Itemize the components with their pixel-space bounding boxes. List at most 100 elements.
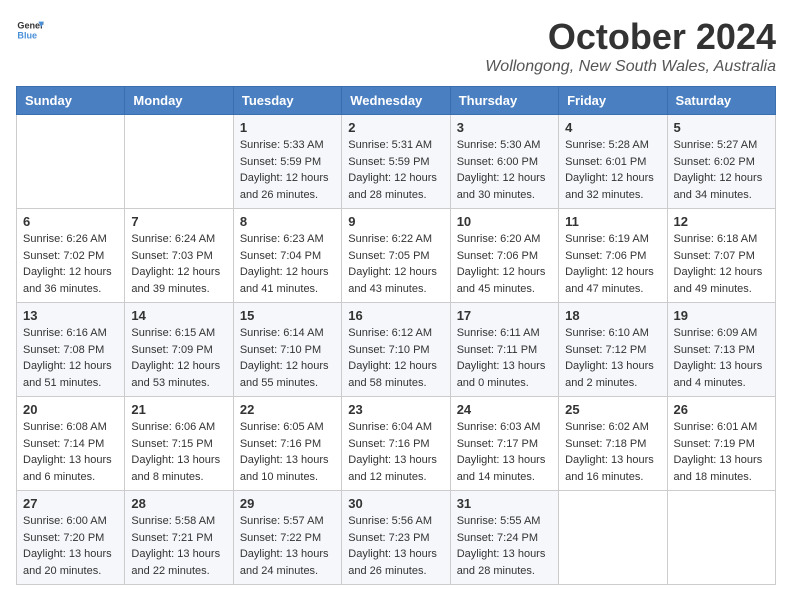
day-info: Sunrise: 6:08 AMSunset: 7:14 PMDaylight:… bbox=[23, 421, 112, 483]
day-info: Sunrise: 5:27 AMSunset: 6:02 PMDaylight:… bbox=[674, 139, 763, 201]
day-number: 16 bbox=[348, 308, 443, 323]
month-title: October 2024 bbox=[485, 16, 776, 58]
day-info: Sunrise: 6:16 AMSunset: 7:08 PMDaylight:… bbox=[23, 327, 112, 389]
day-info: Sunrise: 6:00 AMSunset: 7:20 PMDaylight:… bbox=[23, 515, 112, 577]
title-area: October 2024 Wollongong, New South Wales… bbox=[485, 16, 776, 76]
day-info: Sunrise: 5:57 AMSunset: 7:22 PMDaylight:… bbox=[240, 515, 329, 577]
calendar-cell: 11 Sunrise: 6:19 AMSunset: 7:06 PMDaylig… bbox=[559, 209, 667, 303]
calendar-cell: 9 Sunrise: 6:22 AMSunset: 7:05 PMDayligh… bbox=[342, 209, 450, 303]
day-number: 1 bbox=[240, 120, 335, 135]
day-number: 4 bbox=[565, 120, 660, 135]
location-subtitle: Wollongong, New South Wales, Australia bbox=[485, 58, 776, 76]
header-saturday: Saturday bbox=[667, 87, 775, 115]
day-number: 15 bbox=[240, 308, 335, 323]
calendar-cell: 29 Sunrise: 5:57 AMSunset: 7:22 PMDaylig… bbox=[233, 491, 341, 585]
day-info: Sunrise: 6:22 AMSunset: 7:05 PMDaylight:… bbox=[348, 233, 437, 295]
day-number: 12 bbox=[674, 214, 769, 229]
calendar-cell: 22 Sunrise: 6:05 AMSunset: 7:16 PMDaylig… bbox=[233, 397, 341, 491]
day-number: 11 bbox=[565, 214, 660, 229]
day-number: 10 bbox=[457, 214, 552, 229]
calendar-cell: 18 Sunrise: 6:10 AMSunset: 7:12 PMDaylig… bbox=[559, 303, 667, 397]
calendar-cell: 6 Sunrise: 6:26 AMSunset: 7:02 PMDayligh… bbox=[17, 209, 125, 303]
day-number: 21 bbox=[131, 402, 226, 417]
day-number: 9 bbox=[348, 214, 443, 229]
calendar-cell: 12 Sunrise: 6:18 AMSunset: 7:07 PMDaylig… bbox=[667, 209, 775, 303]
day-info: Sunrise: 6:01 AMSunset: 7:19 PMDaylight:… bbox=[674, 421, 763, 483]
calendar-cell: 8 Sunrise: 6:23 AMSunset: 7:04 PMDayligh… bbox=[233, 209, 341, 303]
calendar-cell: 24 Sunrise: 6:03 AMSunset: 7:17 PMDaylig… bbox=[450, 397, 558, 491]
day-number: 22 bbox=[240, 402, 335, 417]
day-number: 23 bbox=[348, 402, 443, 417]
calendar-cell: 15 Sunrise: 6:14 AMSunset: 7:10 PMDaylig… bbox=[233, 303, 341, 397]
calendar-cell: 1 Sunrise: 5:33 AMSunset: 5:59 PMDayligh… bbox=[233, 115, 341, 209]
day-number: 29 bbox=[240, 496, 335, 511]
svg-text:Blue: Blue bbox=[17, 30, 37, 40]
calendar-cell: 27 Sunrise: 6:00 AMSunset: 7:20 PMDaylig… bbox=[17, 491, 125, 585]
day-info: Sunrise: 5:58 AMSunset: 7:21 PMDaylight:… bbox=[131, 515, 220, 577]
calendar-cell: 17 Sunrise: 6:11 AMSunset: 7:11 PMDaylig… bbox=[450, 303, 558, 397]
calendar-cell: 25 Sunrise: 6:02 AMSunset: 7:18 PMDaylig… bbox=[559, 397, 667, 491]
calendar-header-row: Sunday Monday Tuesday Wednesday Thursday… bbox=[17, 87, 776, 115]
calendar-cell: 10 Sunrise: 6:20 AMSunset: 7:06 PMDaylig… bbox=[450, 209, 558, 303]
calendar-cell: 16 Sunrise: 6:12 AMSunset: 7:10 PMDaylig… bbox=[342, 303, 450, 397]
calendar-cell: 21 Sunrise: 6:06 AMSunset: 7:15 PMDaylig… bbox=[125, 397, 233, 491]
day-info: Sunrise: 6:10 AMSunset: 7:12 PMDaylight:… bbox=[565, 327, 654, 389]
day-number: 30 bbox=[348, 496, 443, 511]
day-info: Sunrise: 5:30 AMSunset: 6:00 PMDaylight:… bbox=[457, 139, 546, 201]
day-number: 17 bbox=[457, 308, 552, 323]
header-monday: Monday bbox=[125, 87, 233, 115]
header-sunday: Sunday bbox=[17, 87, 125, 115]
calendar-cell: 3 Sunrise: 5:30 AMSunset: 6:00 PMDayligh… bbox=[450, 115, 558, 209]
logo: General Blue bbox=[16, 16, 44, 44]
header-friday: Friday bbox=[559, 87, 667, 115]
day-number: 25 bbox=[565, 402, 660, 417]
page-header: General Blue October 2024 Wollongong, Ne… bbox=[16, 16, 776, 76]
calendar-cell bbox=[559, 491, 667, 585]
day-info: Sunrise: 6:24 AMSunset: 7:03 PMDaylight:… bbox=[131, 233, 220, 295]
calendar-cell: 2 Sunrise: 5:31 AMSunset: 5:59 PMDayligh… bbox=[342, 115, 450, 209]
calendar-week-row: 6 Sunrise: 6:26 AMSunset: 7:02 PMDayligh… bbox=[17, 209, 776, 303]
day-info: Sunrise: 6:18 AMSunset: 7:07 PMDaylight:… bbox=[674, 233, 763, 295]
calendar-cell: 20 Sunrise: 6:08 AMSunset: 7:14 PMDaylig… bbox=[17, 397, 125, 491]
calendar-week-row: 13 Sunrise: 6:16 AMSunset: 7:08 PMDaylig… bbox=[17, 303, 776, 397]
logo-icon: General Blue bbox=[16, 16, 44, 44]
header-thursday: Thursday bbox=[450, 87, 558, 115]
header-tuesday: Tuesday bbox=[233, 87, 341, 115]
day-number: 31 bbox=[457, 496, 552, 511]
calendar-cell: 28 Sunrise: 5:58 AMSunset: 7:21 PMDaylig… bbox=[125, 491, 233, 585]
day-info: Sunrise: 6:09 AMSunset: 7:13 PMDaylight:… bbox=[674, 327, 763, 389]
day-number: 13 bbox=[23, 308, 118, 323]
calendar-cell: 19 Sunrise: 6:09 AMSunset: 7:13 PMDaylig… bbox=[667, 303, 775, 397]
day-number: 5 bbox=[674, 120, 769, 135]
day-info: Sunrise: 6:15 AMSunset: 7:09 PMDaylight:… bbox=[131, 327, 220, 389]
calendar-cell: 4 Sunrise: 5:28 AMSunset: 6:01 PMDayligh… bbox=[559, 115, 667, 209]
day-number: 28 bbox=[131, 496, 226, 511]
calendar-week-row: 27 Sunrise: 6:00 AMSunset: 7:20 PMDaylig… bbox=[17, 491, 776, 585]
calendar-week-row: 20 Sunrise: 6:08 AMSunset: 7:14 PMDaylig… bbox=[17, 397, 776, 491]
day-number: 7 bbox=[131, 214, 226, 229]
day-number: 18 bbox=[565, 308, 660, 323]
calendar-cell: 30 Sunrise: 5:56 AMSunset: 7:23 PMDaylig… bbox=[342, 491, 450, 585]
day-number: 14 bbox=[131, 308, 226, 323]
day-info: Sunrise: 6:05 AMSunset: 7:16 PMDaylight:… bbox=[240, 421, 329, 483]
day-number: 3 bbox=[457, 120, 552, 135]
day-info: Sunrise: 6:12 AMSunset: 7:10 PMDaylight:… bbox=[348, 327, 437, 389]
day-info: Sunrise: 5:31 AMSunset: 5:59 PMDaylight:… bbox=[348, 139, 437, 201]
day-number: 26 bbox=[674, 402, 769, 417]
calendar-cell: 31 Sunrise: 5:55 AMSunset: 7:24 PMDaylig… bbox=[450, 491, 558, 585]
calendar-cell bbox=[125, 115, 233, 209]
calendar-table: Sunday Monday Tuesday Wednesday Thursday… bbox=[16, 86, 776, 585]
day-info: Sunrise: 5:28 AMSunset: 6:01 PMDaylight:… bbox=[565, 139, 654, 201]
day-info: Sunrise: 6:26 AMSunset: 7:02 PMDaylight:… bbox=[23, 233, 112, 295]
day-info: Sunrise: 5:56 AMSunset: 7:23 PMDaylight:… bbox=[348, 515, 437, 577]
day-info: Sunrise: 6:23 AMSunset: 7:04 PMDaylight:… bbox=[240, 233, 329, 295]
day-number: 20 bbox=[23, 402, 118, 417]
day-number: 2 bbox=[348, 120, 443, 135]
day-info: Sunrise: 6:11 AMSunset: 7:11 PMDaylight:… bbox=[457, 327, 546, 389]
day-info: Sunrise: 6:02 AMSunset: 7:18 PMDaylight:… bbox=[565, 421, 654, 483]
day-info: Sunrise: 6:04 AMSunset: 7:16 PMDaylight:… bbox=[348, 421, 437, 483]
calendar-cell: 5 Sunrise: 5:27 AMSunset: 6:02 PMDayligh… bbox=[667, 115, 775, 209]
calendar-cell: 14 Sunrise: 6:15 AMSunset: 7:09 PMDaylig… bbox=[125, 303, 233, 397]
day-number: 6 bbox=[23, 214, 118, 229]
calendar-cell: 7 Sunrise: 6:24 AMSunset: 7:03 PMDayligh… bbox=[125, 209, 233, 303]
